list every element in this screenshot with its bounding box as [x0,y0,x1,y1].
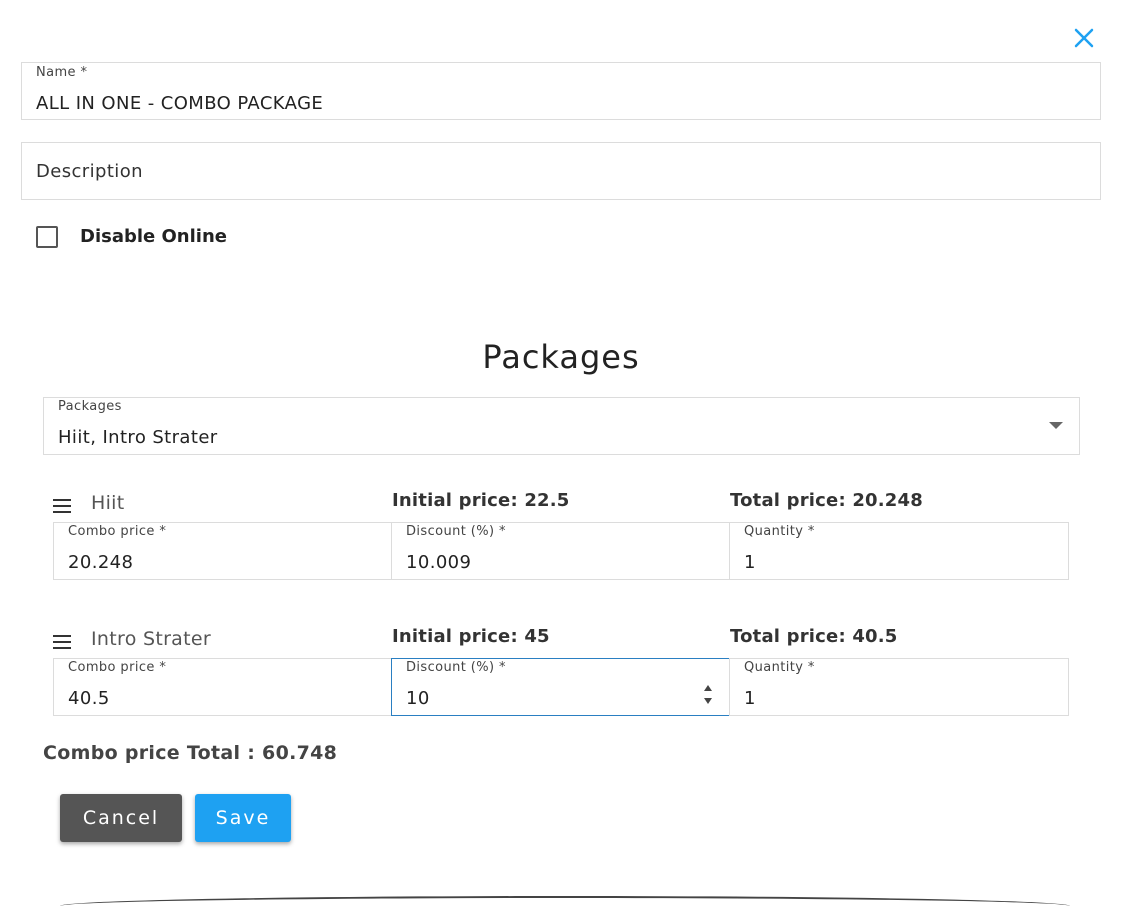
packages-section-title: Packages [482,338,640,376]
package-item-name: Hiit [91,492,125,514]
discount-input[interactable]: Discount (%) * 10 [391,658,730,716]
name-field-label: Name * [36,65,88,80]
initial-price: Initial price: 22.5 [392,490,570,511]
combo-price-value: 40.5 [68,688,110,709]
combo-price-label: Combo price * [68,660,167,675]
spin-down-icon[interactable] [704,698,712,704]
combo-price-input[interactable]: Combo price * 20.248 [53,522,392,580]
quantity-label: Quantity * [744,524,815,539]
card-bottom-edge [60,896,1070,906]
packages-select-value: Hiit, Intro Strater [58,427,218,448]
packages-select[interactable]: Packages Hiit, Intro Strater [43,397,1080,455]
spin-up-icon[interactable] [704,685,712,691]
quantity-input[interactable]: Quantity * 1 [729,522,1069,580]
discount-input[interactable]: Discount (%) * 10.009 [391,522,730,580]
cancel-button[interactable]: Cancel [60,794,182,842]
quantity-label: Quantity * [744,660,815,675]
combo-price-value: 20.248 [68,552,134,573]
close-button[interactable] [1068,22,1100,54]
discount-value: 10.009 [406,552,472,573]
disable-online-label: Disable Online [80,226,227,247]
disable-online-checkbox[interactable] [36,226,58,248]
combo-price-input[interactable]: Combo price * 40.5 [53,658,392,716]
name-field-value: ALL IN ONE - COMBO PACKAGE [36,93,324,114]
total-price: Total price: 20.248 [730,490,923,511]
initial-price: Initial price: 45 [392,626,550,647]
package-item-name: Intro Strater [91,628,211,650]
quantity-value: 1 [744,552,756,573]
description-field[interactable]: Description [21,142,1101,200]
close-icon [1074,28,1094,48]
number-spinner[interactable] [701,681,715,709]
discount-label: Discount (%) * [406,660,506,675]
name-field[interactable]: Name * ALL IN ONE - COMBO PACKAGE [21,62,1101,120]
quantity-value: 1 [744,688,756,709]
total-price: Total price: 40.5 [730,626,898,647]
combo-price-total: Combo price Total : 60.748 [43,742,338,764]
combo-price-label: Combo price * [68,524,167,539]
drag-handle-icon[interactable] [53,635,71,649]
discount-value: 10 [406,688,430,709]
quantity-input[interactable]: Quantity * 1 [729,658,1069,716]
discount-label: Discount (%) * [406,524,506,539]
save-button[interactable]: Save [195,794,291,842]
drag-handle-icon[interactable] [53,499,71,513]
chevron-down-icon[interactable] [1049,422,1063,429]
packages-select-label: Packages [58,399,122,414]
description-placeholder: Description [36,161,143,182]
